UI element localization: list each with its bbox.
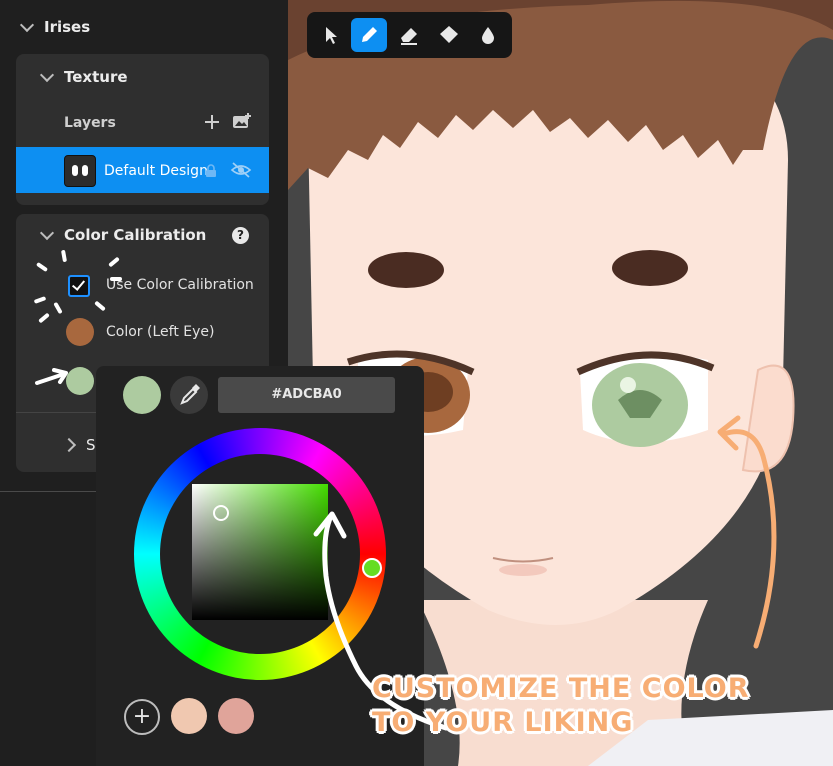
collapsed-section-label: S xyxy=(86,436,96,454)
layers-label: Layers xyxy=(64,115,116,131)
lock-icon[interactable] xyxy=(204,164,218,178)
texture-title: Texture xyxy=(64,68,128,86)
add-image-layer-icon[interactable] xyxy=(232,112,252,130)
annotation-line-1: CUSTOMIZE THE COLOR xyxy=(372,673,750,704)
use-color-calibration-checkbox[interactable] xyxy=(68,275,90,297)
cursor-icon xyxy=(326,27,337,44)
left-eye-color-swatch[interactable] xyxy=(66,318,94,346)
color-calibration-header[interactable]: Color Calibration xyxy=(39,225,207,244)
water-drop-icon xyxy=(482,27,494,44)
irises-section-header[interactable]: Irises xyxy=(19,17,91,36)
pen-tool-button[interactable] xyxy=(351,18,387,52)
add-layer-icon[interactable] xyxy=(204,114,220,130)
chevron-down-icon xyxy=(39,67,55,83)
use-color-calibration-label: Use Color Calibration xyxy=(106,277,254,293)
current-color-swatch xyxy=(123,376,161,414)
pointer-arrow-icon xyxy=(35,368,68,385)
eraser-icon xyxy=(401,28,417,45)
layer-row-default-design[interactable]: Default Design xyxy=(16,147,269,193)
layer-thumbnail xyxy=(64,155,96,187)
visibility-hidden-icon[interactable] xyxy=(230,161,252,179)
color-calibration-title: Color Calibration xyxy=(64,226,207,244)
chevron-down-icon xyxy=(19,17,35,33)
irises-title: Irises xyxy=(44,18,91,36)
chevron-right-icon xyxy=(61,437,77,453)
fill-tool-button[interactable] xyxy=(431,18,467,52)
annotation-text: CUSTOMIZE THE COLOR TO YOUR LIKING xyxy=(372,672,750,740)
left-eye-color-label: Color (Left Eye) xyxy=(106,324,215,340)
annotation-arrow-right-icon xyxy=(717,415,777,649)
collapsed-section-header[interactable]: S xyxy=(61,436,96,454)
annotation-line-2: TO YOUR LIKING xyxy=(372,707,634,738)
pen-icon xyxy=(362,27,377,42)
chevron-down-icon xyxy=(39,225,55,241)
eraser-tool-button[interactable] xyxy=(391,18,427,52)
eyedropper-icon xyxy=(180,384,200,405)
drawing-toolbar xyxy=(307,12,512,58)
eyedropper-button[interactable] xyxy=(170,376,208,414)
blur-tool-button[interactable] xyxy=(470,18,506,52)
hex-input[interactable]: #ADCBA0 xyxy=(218,377,395,413)
layer-name: Default Design xyxy=(104,163,208,179)
add-swatch-button[interactable]: + xyxy=(124,699,160,735)
texture-section-header[interactable]: Texture xyxy=(39,67,128,86)
paint-bucket-icon xyxy=(440,26,458,43)
help-icon[interactable]: ? xyxy=(232,227,249,244)
select-tool-button[interactable] xyxy=(313,18,349,52)
